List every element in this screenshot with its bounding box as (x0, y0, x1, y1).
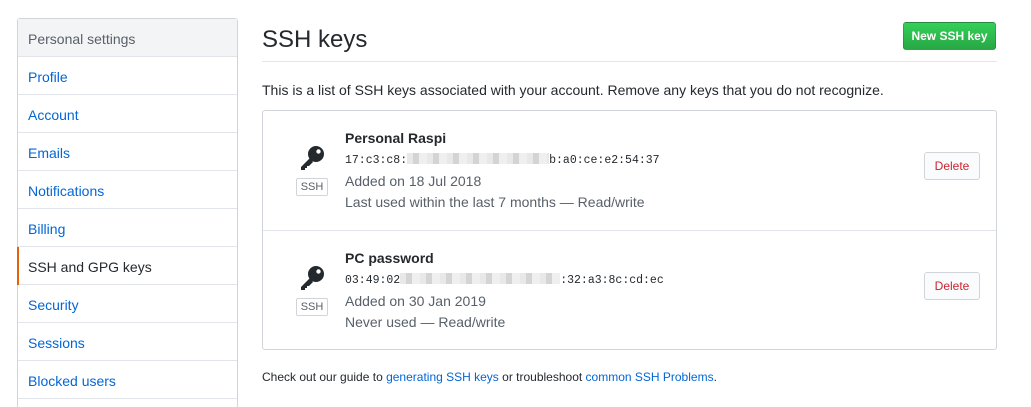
help-text: Check out our guide to generating SSH ke… (262, 370, 717, 384)
intro-text: This is a list of SSH keys associated wi… (262, 82, 884, 98)
fingerprint-end: :32:a3:8c:cd:ec (560, 274, 664, 287)
ssh-key-list: SSH Personal Raspi 17:c3:c8: b:a0:ce:e2:5… (262, 110, 997, 350)
page-header: SSH keys New SSH key (262, 18, 997, 62)
sidebar-item-label: Sessions (28, 335, 85, 351)
redacted-fingerprint (407, 153, 550, 164)
key-fingerprint: 17:c3:c8: b:a0:ce:e2:54:37 (345, 153, 660, 167)
fingerprint-start: 17:c3:c8: (345, 154, 408, 167)
redacted-fingerprint (400, 273, 561, 284)
ssh-problems-link[interactable]: common SSH Problems (586, 370, 714, 384)
sidebar-item-sessions[interactable]: Sessions (18, 323, 237, 361)
sidebar-item-label: Account (28, 107, 79, 123)
settings-sidebar: Personal settings Profile Account Emails… (17, 18, 238, 407)
sidebar-item-label: Notifications (28, 183, 105, 199)
sidebar-item-notifications[interactable]: Notifications (18, 171, 237, 209)
new-ssh-key-button[interactable]: New SSH key (903, 22, 996, 50)
sidebar-item-label: Security (28, 297, 79, 313)
ssh-badge: SSH (296, 178, 328, 196)
key-added-date: Added on 18 Jul 2018 (345, 173, 482, 189)
delete-key-button[interactable]: Delete (924, 272, 980, 300)
ssh-badge: SSH (296, 298, 328, 316)
sidebar-item-label: Profile (28, 69, 68, 85)
main-content: SSH keys New SSH key This is a list of S… (262, 18, 997, 384)
help-middle: or troubleshoot (498, 370, 586, 384)
key-usage: Last used within the last 7 months — Rea… (345, 194, 645, 210)
sidebar-item-profile[interactable]: Profile (18, 57, 237, 95)
sidebar-item-label: Emails (28, 145, 71, 161)
sidebar-item-billing[interactable]: Billing (18, 209, 237, 247)
page-title: SSH keys (262, 26, 368, 53)
key-title: PC password (345, 250, 434, 266)
key-icon (301, 266, 324, 290)
key-icon (301, 146, 324, 170)
generating-ssh-keys-link[interactable]: generating SSH keys (386, 370, 499, 384)
key-usage: Never used — Read/write (345, 314, 506, 330)
sidebar-item-security[interactable]: Security (18, 285, 237, 323)
help-suffix: . (713, 370, 717, 384)
sidebar-item-emails[interactable]: Emails (18, 133, 237, 171)
fingerprint-end: b:a0:ce:e2:54:37 (549, 154, 660, 167)
sidebar-item-label: SSH and GPG keys (28, 259, 152, 275)
key-title: Personal Raspi (345, 130, 447, 146)
ssh-key-item: SSH PC password 03:49:02:32:a3:8c:cd:ec … (263, 231, 996, 351)
sidebar-item-account[interactable]: Account (18, 95, 237, 133)
key-added-date: Added on 30 Jan 2019 (345, 293, 486, 309)
key-fingerprint: 03:49:02 :32:a3:8c:cd:ec (345, 273, 664, 287)
delete-key-button[interactable]: Delete (924, 152, 980, 180)
sidebar-item-blocked-users[interactable]: Blocked users (18, 361, 237, 399)
fingerprint-start: 03:49:02 (345, 274, 401, 287)
ssh-key-item: SSH Personal Raspi 17:c3:c8: b:a0:ce:e2:5… (263, 111, 996, 231)
sidebar-item-ssh-gpg-keys[interactable]: SSH and GPG keys (17, 247, 237, 285)
sidebar-item-label: Billing (28, 221, 66, 237)
sidebar-heading: Personal settings (18, 19, 237, 57)
sidebar-item-label: Blocked users (28, 373, 116, 389)
help-prefix: Check out our guide to (262, 370, 387, 384)
